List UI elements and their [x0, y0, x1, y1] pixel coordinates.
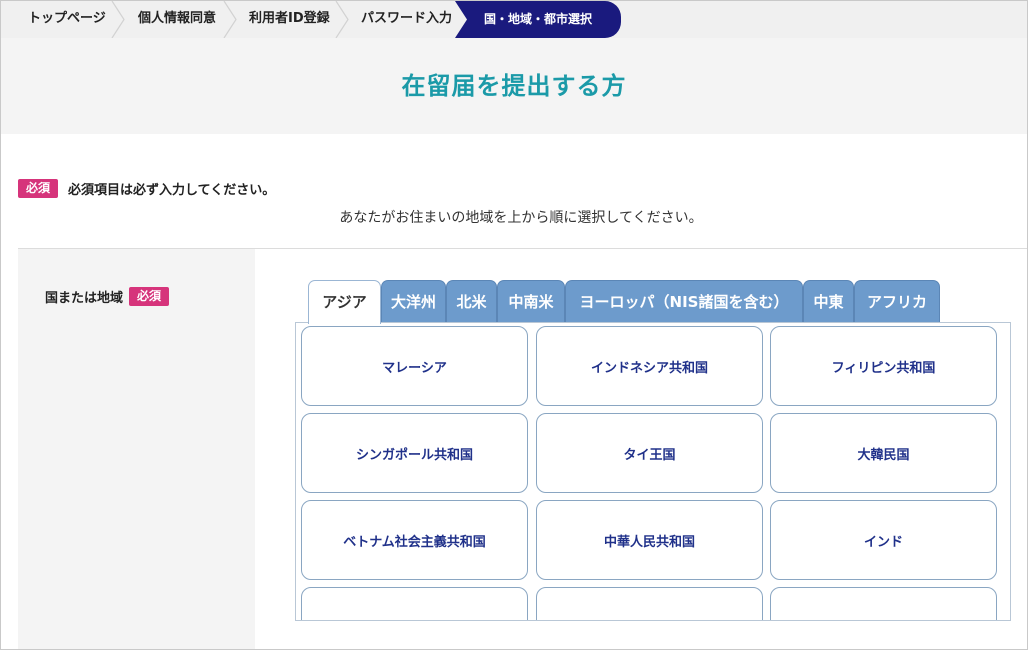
field-label-country: 国または地域 必須	[45, 287, 170, 306]
required-note: 必須 必須項目は必ず入力してください。	[18, 178, 275, 198]
breadcrumb: トップページ 個人情報同意 利用者ID登録 パスワード入力 国・地域・都市選択	[1, 1, 1027, 38]
tab-oceania[interactable]: 大洋州	[381, 280, 446, 323]
breadcrumb-item-top[interactable]: トップページ	[28, 1, 106, 38]
required-badge: 必須	[18, 178, 59, 198]
required-note-text: 必須項目は必ず入力してください。	[68, 182, 276, 198]
breadcrumb-separator-icon	[111, 1, 125, 38]
breadcrumb-item-current: 国・地域・都市選択	[455, 1, 621, 38]
country-button[interactable]: マレーシア	[301, 326, 528, 406]
country-button[interactable]	[770, 587, 997, 620]
country-button[interactable]: タイ王国	[536, 413, 763, 493]
breadcrumb-current-label: 国・地域・都市選択	[483, 12, 592, 26]
breadcrumb-item-consent[interactable]: 個人情報同意	[138, 1, 216, 38]
country-button[interactable]	[536, 587, 763, 620]
field-required-badge: 必須	[129, 287, 170, 306]
country-button[interactable]: シンガポール共和国	[301, 413, 528, 493]
breadcrumb-item-password[interactable]: パスワード入力	[361, 1, 452, 38]
field-label-text: 国または地域	[45, 291, 124, 306]
tab-north-america[interactable]: 北米	[446, 280, 497, 323]
tab-europe[interactable]: ヨーロッパ（NIS諸国を含む）	[565, 280, 803, 323]
country-button[interactable]: インドネシア共和国	[536, 326, 763, 406]
country-button[interactable]: 大韓民国	[770, 413, 997, 493]
title-band: 在留届を提出する方	[1, 38, 1027, 134]
tab-latin-america[interactable]: 中南米	[497, 280, 565, 323]
country-button[interactable]: ベトナム社会主義共和国	[301, 500, 528, 580]
country-button[interactable]	[301, 587, 528, 620]
country-panel: マレーシア インドネシア共和国 フィリピン共和国 シンガポール共和国 タイ王国 …	[295, 322, 1011, 621]
breadcrumb-separator-icon	[335, 1, 349, 38]
tab-middle-east[interactable]: 中東	[803, 280, 854, 323]
breadcrumb-item-user-id[interactable]: 利用者ID登録	[249, 1, 330, 38]
tab-africa[interactable]: アフリカ	[854, 280, 940, 323]
tab-asia[interactable]: アジア	[308, 280, 381, 324]
country-button[interactable]: インド	[770, 500, 997, 580]
instruction-text: あなたがお住まいの地域を上から順に選択してください。	[339, 210, 703, 226]
country-button[interactable]: 中華人民共和国	[536, 500, 763, 580]
page-frame: トップページ 個人情報同意 利用者ID登録 パスワード入力 国・地域・都市選択 …	[0, 0, 1028, 650]
page-title: 在留届を提出する方	[401, 72, 627, 100]
breadcrumb-separator-icon	[223, 1, 237, 38]
country-button[interactable]: フィリピン共和国	[770, 326, 997, 406]
field-label-column: 国または地域 必須	[18, 249, 255, 649]
